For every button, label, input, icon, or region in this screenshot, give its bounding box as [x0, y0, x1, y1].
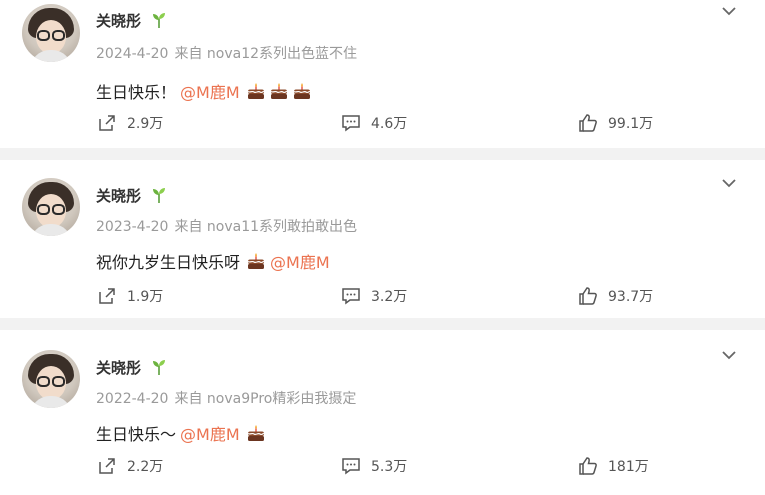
share-icon	[99, 115, 115, 131]
post-card: 关晓彤 2023-4-20 来自 nova11系列敢拍敢出色 祝你九岁生日快乐呀 …	[0, 160, 765, 318]
repost-count: 2.2万	[127, 459, 164, 475]
comment-button[interactable]: 3.2万	[341, 286, 407, 306]
comment-count: 3.2万	[371, 289, 408, 305]
action-bar: 2.2万 5.3万 181万	[0, 456, 765, 480]
post-source[interactable]: 来自 nova12系列出色蓝不住	[174, 46, 357, 62]
post-text: 生日快乐～ @M鹿M	[96, 421, 266, 445]
post-text: 祝你九岁生日快乐呀 @M鹿M	[96, 249, 330, 273]
comment-icon	[342, 458, 360, 475]
post-card: 关晓彤 2022-4-20 来自 nova9Pro精彩由我摄定 生日快乐～ @M鹿…	[0, 330, 765, 495]
cake-icon	[247, 253, 265, 269]
comment-count: 5.3万	[371, 459, 408, 475]
post-text-content: 生日快乐！	[96, 83, 177, 102]
sprout-icon	[153, 13, 165, 28]
cake-emojis	[243, 423, 266, 443]
post-meta: 2022-4-20 来自 nova9Pro精彩由我摄定	[96, 388, 356, 408]
thumbs-up-icon	[579, 457, 597, 475]
share-icon	[99, 288, 115, 304]
thumbs-up-icon	[579, 287, 597, 305]
action-bar: 1.9万 3.2万 93.7万	[0, 286, 765, 310]
username[interactable]: 关晓彤	[96, 10, 141, 31]
post-card: 关晓彤 2024-4-20 来自 nova12系列出色蓝不住 生日快乐！ @M鹿M…	[0, 0, 765, 148]
mention-link[interactable]: @M鹿M	[180, 421, 240, 445]
comment-icon	[342, 288, 360, 305]
avatar[interactable]	[22, 350, 80, 408]
post-source[interactable]: 来自 nova11系列敢拍敢出色	[174, 219, 357, 235]
comment-count: 4.6万	[371, 116, 408, 132]
repost-count: 2.9万	[127, 116, 164, 132]
post-date: 2023-4-20	[96, 219, 169, 235]
share-icon	[99, 458, 115, 474]
post-meta: 2023-4-20 来自 nova11系列敢拍敢出色	[96, 216, 357, 236]
sprout-icon	[153, 188, 165, 203]
post-text-content: 生日快乐～	[96, 425, 177, 444]
like-count: 181万	[608, 459, 649, 475]
chevron-down-icon[interactable]	[721, 350, 737, 360]
like-button[interactable]: 93.7万	[578, 286, 653, 306]
post-source[interactable]: 来自 nova9Pro精彩由我摄定	[174, 391, 356, 407]
comment-button[interactable]: 5.3万	[341, 456, 407, 476]
cake-emojis	[243, 81, 312, 101]
repost-button[interactable]: 2.9万	[97, 113, 163, 133]
chevron-down-icon[interactable]	[721, 6, 737, 16]
post-date: 2024-4-20	[96, 46, 169, 62]
thumbs-up-icon	[579, 114, 597, 132]
weibo-feed: 关晓彤 2024-4-20 来自 nova12系列出色蓝不住 生日快乐！ @M鹿M…	[0, 0, 765, 495]
comment-icon	[342, 115, 360, 132]
cake-emojis	[243, 251, 266, 271]
cake-icon	[247, 83, 264, 99]
like-button[interactable]: 99.1万	[578, 113, 653, 133]
comment-button[interactable]: 4.6万	[341, 113, 407, 133]
mention-link[interactable]: @M鹿M	[270, 249, 330, 273]
repost-button[interactable]: 2.2万	[97, 456, 163, 476]
like-count: 93.7万	[608, 289, 654, 305]
sprout-icon	[153, 360, 165, 375]
like-button[interactable]: 181万	[578, 456, 649, 476]
cake-icon	[270, 83, 287, 99]
mention-link[interactable]: @M鹿M	[180, 79, 240, 103]
cake-icon	[293, 83, 310, 99]
post-meta: 2024-4-20 来自 nova12系列出色蓝不住	[96, 43, 357, 63]
username[interactable]: 关晓彤	[96, 357, 141, 378]
username[interactable]: 关晓彤	[96, 185, 141, 206]
cake-icon	[247, 425, 264, 441]
post-text-content: 祝你九岁生日快乐呀	[96, 253, 241, 272]
repost-count: 1.9万	[127, 289, 164, 305]
avatar[interactable]	[22, 4, 80, 62]
action-bar: 2.9万 4.6万 99.1万	[0, 113, 765, 137]
post-text: 生日快乐！ @M鹿M	[96, 79, 312, 103]
like-count: 99.1万	[608, 116, 654, 132]
avatar[interactable]	[22, 178, 80, 236]
chevron-down-icon[interactable]	[721, 178, 737, 188]
post-date: 2022-4-20	[96, 391, 169, 407]
repost-button[interactable]: 1.9万	[97, 286, 163, 306]
